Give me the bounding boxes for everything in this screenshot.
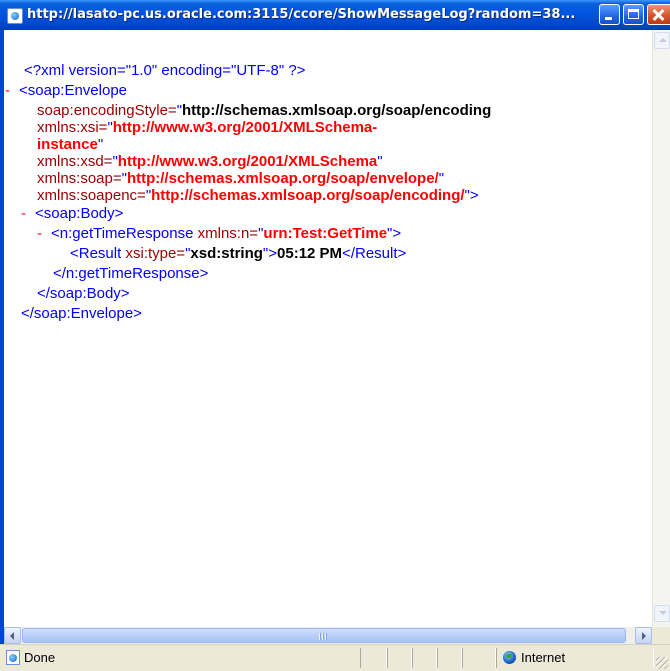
status-pane xyxy=(412,648,437,668)
attr-xsi-cont-line: instance" xyxy=(37,136,104,153)
attr-xsd-line: xmlns:xsd="http://www.w3.org/2001/XMLSch… xyxy=(37,153,383,170)
maximize-button[interactable] xyxy=(623,4,644,25)
close-button[interactable] xyxy=(647,4,670,25)
scroll-up-arrow-icon[interactable] xyxy=(654,32,670,49)
result-line: <Result xsi:type="xsd:string">05:12 PM</… xyxy=(70,245,407,262)
security-zone-label: Internet xyxy=(521,650,566,665)
window-title: http://lasato-pc.us.oracle.com:3115/ccor… xyxy=(27,7,576,22)
horizontal-scroll-thumb[interactable] xyxy=(22,628,626,643)
attr-xsi-line: xmlns:xsi="http://www.w3.org/2001/XMLSch… xyxy=(37,119,378,136)
xml-declaration: <?xml version="1.0" encoding="UTF-8" ?> xyxy=(24,62,306,79)
body-close-tag: </soap:Body> xyxy=(37,285,130,302)
result-value: 05:12 PM xyxy=(277,245,343,262)
resize-grip-icon[interactable] xyxy=(656,657,668,669)
minimize-button[interactable] xyxy=(599,4,620,25)
attr-name: xmlns:xsi= xyxy=(37,119,108,136)
scroll-down-arrow-icon[interactable] xyxy=(654,605,670,622)
xml-declaration-line: <?xml version="1.0" encoding="UTF-8" ?> xyxy=(24,62,306,80)
response-close-tag: </n:getTimeResponse> xyxy=(53,265,209,282)
envelope-open-tag: <soap:Envelope xyxy=(19,82,128,99)
title-bar[interactable]: http://lasato-pc.us.oracle.com:3115/ccor… xyxy=(0,0,670,30)
envelope-close-tag: </soap:Envelope> xyxy=(21,305,142,322)
attr-encodingstyle-line: soap:encodingStyle="http://schemas.xmlso… xyxy=(37,102,492,119)
attr-name: xmlns:soapenc= xyxy=(37,187,146,204)
body-open-tag: <soap:Body> xyxy=(35,205,124,222)
envelope-close-line: </soap:Envelope> xyxy=(21,305,142,323)
scroll-left-arrow-icon[interactable] xyxy=(4,627,21,644)
result-open-tag: <Result xyxy=(70,245,122,262)
scroll-right-arrow-icon[interactable] xyxy=(635,627,652,644)
attr-name: xmlns:xsd= xyxy=(37,153,113,170)
attr-value: http://schemas.xmlsoap.org/soap/envelope… xyxy=(126,170,439,187)
collapse-body-toggle[interactable]: - xyxy=(21,205,35,223)
status-pane xyxy=(387,648,412,668)
response-close-line: </n:getTimeResponse> xyxy=(53,265,209,283)
attr-value-continued: instance xyxy=(37,136,98,153)
body-close-line: </soap:Body> xyxy=(37,285,130,303)
attr-value: http://www.w3.org/2001/XMLSchema- xyxy=(112,119,378,136)
attr-soap-line: xmlns:soap="http://schemas.xmlsoap.org/s… xyxy=(37,170,445,187)
ie-page-icon xyxy=(7,8,23,24)
scroll-grip-icon xyxy=(319,633,328,640)
attr-value: xsd:string xyxy=(190,245,263,262)
collapse-response-toggle[interactable]: - xyxy=(37,225,51,243)
status-pane xyxy=(360,648,387,668)
vertical-scrollbar[interactable] xyxy=(652,30,670,627)
zone-pane xyxy=(496,648,654,668)
result-close-tag: </Result> xyxy=(342,245,407,262)
attr-name: xmlns:soap= xyxy=(37,170,122,187)
status-text: Done xyxy=(24,650,56,665)
attr-name: xsi:type= xyxy=(125,245,186,262)
scrollbar-corner xyxy=(652,627,670,644)
xml-document-view: <?xml version="1.0" encoding="UTF-8" ?> … xyxy=(4,30,652,627)
attr-soapenc-line: xmlns:soapenc="http://schemas.xmlsoap.or… xyxy=(37,187,479,204)
attr-name: soap:encodingStyle= xyxy=(37,102,177,119)
status-pane xyxy=(462,648,496,668)
page-done-icon xyxy=(6,650,20,665)
attr-value: http://schemas.xmlsoap.org/soap/encoding… xyxy=(151,187,465,204)
body-open-line: - <soap:Body> xyxy=(21,205,124,223)
response-open-tag: <n:getTimeResponse xyxy=(51,225,194,242)
envelope-open-line: - <soap:Envelope xyxy=(5,82,128,100)
status-pane xyxy=(437,648,462,668)
status-bar: Done Internet xyxy=(0,644,670,671)
internet-zone-globe-icon xyxy=(503,651,516,664)
attr-name: xmlns:n= xyxy=(197,225,259,242)
collapse-envelope-toggle[interactable]: - xyxy=(5,82,19,100)
browser-popup-window: http://lasato-pc.us.oracle.com:3115/ccor… xyxy=(0,0,670,671)
response-open-line: - <n:getTimeResponse xmlns:n="urn:Test:Ge… xyxy=(37,225,402,243)
attr-value: http://schemas.xmlsoap.org/soap/encoding xyxy=(182,102,492,119)
horizontal-scrollbar[interactable] xyxy=(4,627,652,644)
attr-value: urn:Test:GetTime xyxy=(263,225,388,242)
attr-value: http://www.w3.org/2001/XMLSchema xyxy=(117,153,378,170)
